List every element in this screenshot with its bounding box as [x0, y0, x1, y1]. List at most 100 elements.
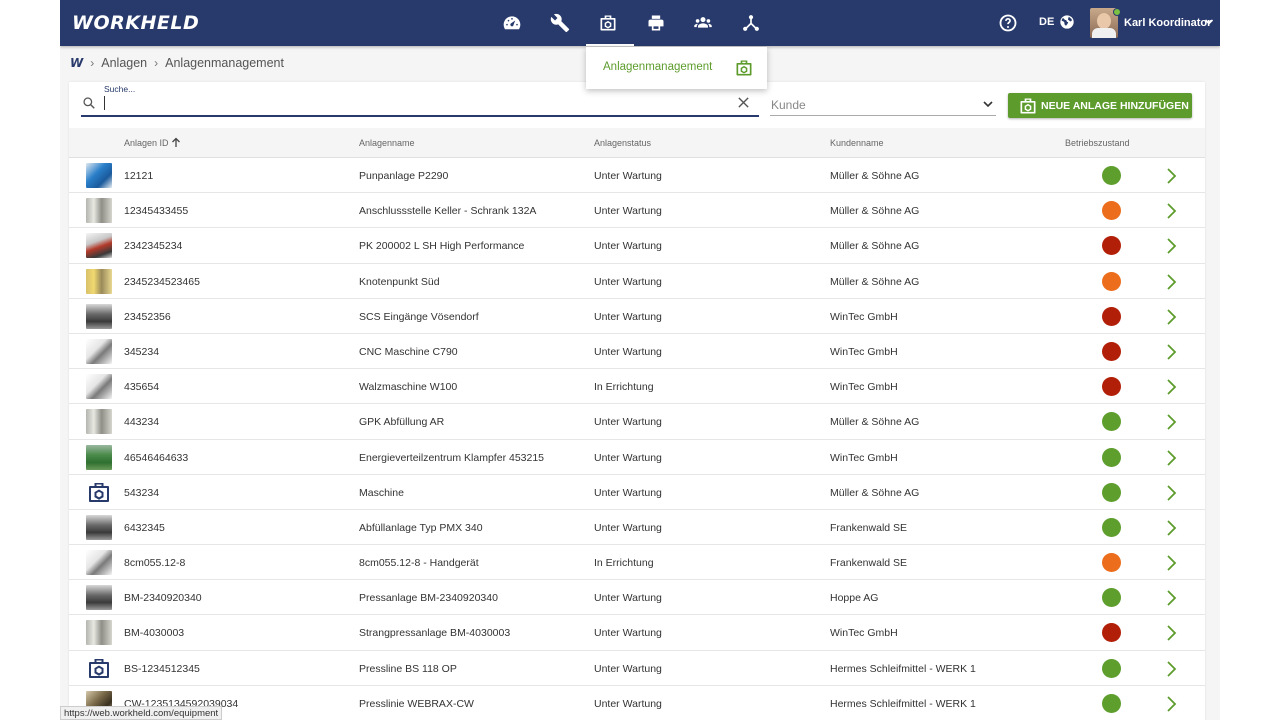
cell-anlagenname: Presslinie WEBRAX-CW — [359, 697, 474, 710]
cell-anlagen-id: 2345234523465 — [124, 275, 200, 288]
cell-anlagenname: 8cm055.12-8 - Handgerät — [359, 557, 479, 570]
chevron-right-icon[interactable] — [1164, 378, 1178, 396]
equipment-thumbnail — [86, 303, 112, 329]
add-equipment-button[interactable]: NEUE ANLAGE HINZUFÜGEN — [1008, 93, 1192, 118]
close-icon[interactable] — [737, 96, 750, 109]
arrow-up-icon[interactable] — [171, 137, 181, 148]
cell-anlagenstatus: Unter Wartung — [594, 662, 662, 675]
chevron-right-icon[interactable] — [1164, 624, 1178, 642]
printer-icon[interactable] — [642, 10, 670, 36]
chevron-right-icon[interactable] — [1164, 167, 1178, 185]
cell-anlagenname: SCS Eingänge Vösendorf — [359, 310, 479, 323]
chevron-right-icon[interactable] — [1164, 343, 1178, 361]
cell-anlagenstatus: Unter Wartung — [594, 627, 662, 640]
kunde-select[interactable]: Kunde — [770, 92, 996, 116]
header-kundenname[interactable]: Kundenname — [830, 138, 884, 148]
header-anlagenstatus[interactable]: Anlagenstatus — [594, 138, 651, 148]
app: WORKHELD DE Karl Koordinator W › Anlagen… — [60, 0, 1220, 720]
cell-anlagen-id: BM-2340920340 — [124, 592, 202, 605]
table-row[interactable]: BM-2340920340 Pressanlage BM-2340920340 Un… — [69, 580, 1205, 616]
chevron-right-icon[interactable] — [1164, 484, 1178, 502]
cell-anlagenname: Anschlussstelle Keller - Schrank 132A — [359, 205, 537, 218]
chevron-right-icon: › — [154, 56, 159, 70]
network-icon[interactable] — [737, 10, 765, 36]
table-row[interactable]: BS-1234512345 Pressline BS 118 OP Unter Wa… — [69, 651, 1205, 686]
table-row[interactable]: BM-4030003 Strangpressanlage BM-4030003 Un… — [69, 615, 1205, 651]
table-row[interactable]: 2342345234 PK 200002 L SH High Performanc… — [69, 228, 1205, 264]
betriebszustand-indicator — [1102, 306, 1121, 326]
cell-anlagenname: CNC Maschine C790 — [359, 345, 458, 358]
cell-anlagenname: Abfüllanlage Typ PMX 340 — [359, 521, 483, 534]
cell-anlagen-id: 8cm055.12-8 — [124, 557, 186, 570]
chevron-right-icon[interactable] — [1164, 202, 1178, 220]
header-anlagen-id[interactable]: Anlagen ID — [124, 138, 169, 148]
top-bar: WORKHELD DE Karl Koordinator — [60, 0, 1220, 46]
table-header: Anlagen ID Anlagenname Anlagenstatus Kun… — [69, 128, 1205, 158]
equipment-thumbnail — [86, 163, 112, 188]
table-row[interactable]: 12345433455 Anschlussstelle Keller - Schr… — [69, 193, 1205, 229]
chevron-right-icon[interactable] — [1164, 660, 1178, 678]
chevron-right-icon[interactable] — [1164, 273, 1178, 291]
globe-icon[interactable] — [1059, 14, 1075, 30]
equipment-thumbnail — [86, 514, 112, 540]
equipment-table-body: 12121 Punpanlage P2290 Unter Wartung Müller… — [69, 158, 1205, 720]
breadcrumb-home-logo[interactable]: W — [70, 56, 83, 70]
user-name[interactable]: Karl Koordinator — [1124, 17, 1211, 29]
cell-anlagen-id: 6432345 — [124, 521, 165, 534]
team-icon[interactable] — [689, 10, 717, 36]
cell-kundenname: WinTec GmbH — [830, 451, 898, 464]
equipment-panel: Suche... Kunde NEUE ANLAGE HINZUFÜGEN An… — [69, 82, 1205, 720]
cell-anlagenname: PK 200002 L SH High Performance — [359, 240, 525, 253]
equipment-thumbnail — [86, 374, 112, 400]
table-row[interactable]: 2345234523465 Knotenpunkt Süd Unter Wartun… — [69, 264, 1205, 299]
table-row[interactable]: 23452356 SCS Eingänge Vösendorf Unter Wart… — [69, 299, 1205, 334]
table-row[interactable]: 345234 CNC Maschine C790 Unter Wartung WinT… — [69, 334, 1205, 370]
cell-anlagenname: Punpanlage P2290 — [359, 170, 449, 182]
cell-anlagen-id: 12345433455 — [124, 205, 189, 218]
search-input[interactable] — [104, 94, 724, 112]
chevron-right-icon[interactable] — [1164, 449, 1178, 467]
chevron-down-icon[interactable] — [1204, 17, 1214, 27]
cell-kundenname: Müller & Söhne AG — [830, 275, 920, 288]
betriebszustand-indicator — [1102, 693, 1121, 713]
chevron-right-icon[interactable] — [1164, 695, 1178, 713]
header-anlagenname[interactable]: Anlagenname — [359, 138, 415, 148]
cell-kundenname: WinTec GmbH — [830, 381, 898, 394]
dashboard-icon[interactable] — [498, 10, 526, 36]
cell-anlagen-id: 435654 — [124, 381, 160, 394]
breadcrumb-item-anlagen[interactable]: Anlagen — [101, 56, 147, 70]
workheld-logo[interactable]: WORKHELD — [72, 12, 199, 34]
cell-anlagenstatus: Unter Wartung — [594, 416, 662, 429]
header-betriebszustand[interactable]: Betriebszustand — [1065, 138, 1130, 148]
chevron-right-icon[interactable] — [1164, 519, 1178, 537]
equipment-add-icon — [1020, 98, 1036, 113]
chevron-right-icon[interactable] — [1164, 237, 1178, 255]
cell-kundenname: Hermes Schleifmittel - WERK 1 — [830, 662, 976, 675]
betriebszustand-indicator — [1102, 517, 1121, 537]
wrench-icon[interactable] — [546, 10, 574, 36]
table-row[interactable]: 543234 Maschine Unter Wartung Müller & Söhn… — [69, 475, 1205, 510]
chevron-right-icon[interactable] — [1164, 589, 1178, 607]
table-row[interactable]: 435654 Walzmaschine W100 In Errichtung WinT… — [69, 369, 1205, 405]
language-selector[interactable]: DE — [1039, 16, 1054, 28]
chevron-right-icon[interactable] — [1164, 413, 1178, 431]
table-row[interactable]: 443234 GPK Abfüllung AR Unter Wartung Mülle… — [69, 404, 1205, 440]
betriebszustand-indicator — [1102, 201, 1121, 221]
table-row[interactable]: CW-1235134592039034 Presslinie WEBRAX-CW U… — [69, 686, 1205, 720]
menu-item-anlagenmanagement[interactable]: Anlagenmanagement — [603, 61, 712, 73]
help-icon[interactable] — [998, 13, 1018, 33]
cell-kundenname: Hoppe AG — [830, 592, 879, 605]
chevron-right-icon: › — [90, 56, 95, 70]
equipment-icon[interactable] — [734, 58, 754, 78]
table-row[interactable]: 12121 Punpanlage P2290 Unter Wartung Müller… — [69, 158, 1205, 194]
table-row[interactable]: 8cm055.12-8 8cm055.12-8 - Handgerät In Err… — [69, 545, 1205, 581]
equipment-icon[interactable] — [594, 10, 622, 36]
equipment-thumbnail — [86, 550, 112, 576]
chevron-right-icon[interactable] — [1164, 308, 1178, 326]
table-row[interactable]: 6432345 Abfüllanlage Typ PMX 340 Unter War… — [69, 510, 1205, 546]
chevron-right-icon[interactable] — [1164, 554, 1178, 572]
table-row[interactable]: 46546464633 Energieverteilzentrum Klampfe… — [69, 440, 1205, 475]
chevron-down-icon[interactable] — [982, 98, 994, 110]
cell-kundenname: WinTec GmbH — [830, 310, 898, 323]
equipment-placeholder-icon — [86, 656, 112, 681]
